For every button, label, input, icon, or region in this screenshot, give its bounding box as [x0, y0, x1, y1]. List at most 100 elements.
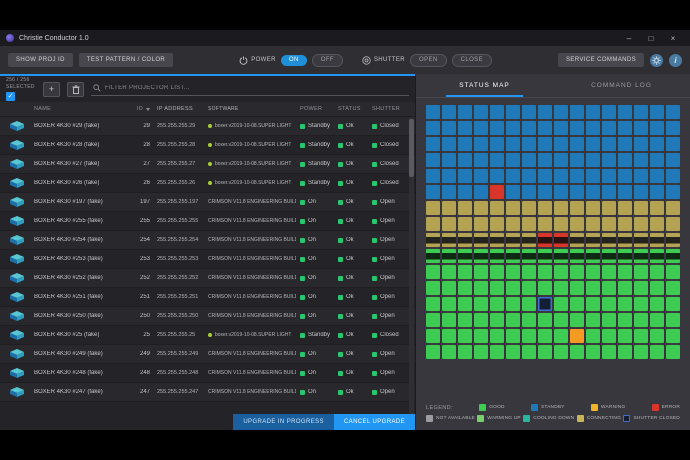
status-cell-upgrading-good[interactable] — [586, 249, 600, 263]
status-cell-standby[interactable] — [490, 121, 504, 135]
status-cell-good[interactable] — [570, 281, 584, 295]
status-cell-good[interactable] — [602, 329, 616, 343]
status-cell-standby[interactable] — [506, 185, 520, 199]
status-cell-good[interactable] — [618, 281, 632, 295]
status-cell-upgrading-connecting[interactable] — [602, 233, 616, 247]
table-row[interactable]: BOXER 4K30 #251 (fake)251255.255.255.251… — [0, 288, 415, 307]
status-cell-standby[interactable] — [650, 185, 664, 199]
status-cell-upgrading-connecting[interactable] — [506, 233, 520, 247]
column-header-shutter[interactable]: SHUTTER — [370, 106, 408, 112]
status-cell-good[interactable] — [650, 265, 664, 279]
table-row[interactable]: BOXER 4K30 #28 (fake)28255.255.255.28box… — [0, 136, 415, 155]
tab-command-log[interactable]: COMMAND LOG — [553, 74, 690, 97]
status-cell-standby[interactable] — [474, 121, 488, 135]
status-cell-standby[interactable] — [570, 137, 584, 151]
status-cell-good[interactable] — [522, 313, 536, 327]
status-cell-standby[interactable] — [426, 169, 440, 183]
status-cell-standby[interactable] — [458, 169, 472, 183]
filter-input[interactable] — [105, 85, 407, 91]
status-cell-good[interactable] — [522, 329, 536, 343]
status-cell-good[interactable] — [634, 265, 648, 279]
status-cell-good[interactable] — [538, 329, 552, 343]
status-cell-good[interactable] — [474, 313, 488, 327]
status-cell-standby[interactable] — [650, 153, 664, 167]
status-cell-good[interactable] — [586, 345, 600, 359]
status-cell-standby[interactable] — [634, 153, 648, 167]
table-row[interactable]: BOXER 4K30 #25 (fake)25255.255.255.25box… — [0, 326, 415, 345]
status-cell-standby[interactable] — [650, 121, 664, 135]
status-cell-upgrading-good[interactable] — [570, 249, 584, 263]
status-cell-good[interactable] — [554, 345, 568, 359]
status-cell-standby[interactable] — [522, 185, 536, 199]
status-cell-standby[interactable] — [442, 153, 456, 167]
status-cell-upgrading-good[interactable] — [490, 249, 504, 263]
status-cell-standby[interactable] — [570, 105, 584, 119]
status-cell-good[interactable] — [554, 265, 568, 279]
status-cell-good[interactable] — [650, 345, 664, 359]
status-cell-good[interactable] — [666, 345, 680, 359]
status-cell-standby[interactable] — [554, 153, 568, 167]
status-cell-good[interactable] — [442, 329, 456, 343]
status-cell-good[interactable] — [458, 297, 472, 311]
table-row[interactable]: BOXER 4K30 #250 (fake)250255.255.255.250… — [0, 307, 415, 326]
status-cell-connecting[interactable] — [474, 201, 488, 215]
status-cell-connecting[interactable] — [618, 217, 632, 231]
status-cell-good[interactable] — [650, 281, 664, 295]
status-cell-connecting[interactable] — [554, 217, 568, 231]
status-cell-good[interactable] — [602, 297, 616, 311]
status-cell-upgrading-connecting[interactable] — [650, 233, 664, 247]
status-cell-standby[interactable] — [602, 185, 616, 199]
status-cell-standby[interactable] — [538, 185, 552, 199]
status-cell-good[interactable] — [506, 313, 520, 327]
status-cell-standby[interactable] — [602, 153, 616, 167]
status-cell-good[interactable] — [586, 297, 600, 311]
scrollbar-thumb[interactable] — [409, 119, 414, 177]
table-scrollbar[interactable] — [409, 117, 414, 414]
status-cell-upgrading-good[interactable] — [602, 249, 616, 263]
shutter-open-button[interactable]: OPEN — [410, 54, 447, 67]
status-cell-good[interactable] — [474, 297, 488, 311]
status-cell-good[interactable] — [522, 297, 536, 311]
status-cell-good[interactable] — [634, 345, 648, 359]
status-cell-warning[interactable] — [570, 329, 584, 343]
status-cell-standby[interactable] — [666, 105, 680, 119]
status-cell-standby[interactable] — [442, 185, 456, 199]
status-cell-good[interactable] — [442, 313, 456, 327]
status-cell-good[interactable] — [666, 297, 680, 311]
status-cell-good[interactable] — [618, 345, 632, 359]
status-cell-upgrading-connecting[interactable] — [570, 233, 584, 247]
status-cell-good[interactable] — [602, 313, 616, 327]
column-header-name[interactable]: NAME — [34, 106, 126, 112]
status-cell-good[interactable] — [570, 297, 584, 311]
status-cell-standby[interactable] — [538, 105, 552, 119]
status-cell-connecting[interactable] — [554, 201, 568, 215]
status-cell-good[interactable] — [554, 281, 568, 295]
status-cell-upgrading-error[interactable] — [538, 233, 552, 247]
status-cell-connecting[interactable] — [666, 201, 680, 215]
status-cell-good[interactable] — [634, 281, 648, 295]
status-cell-good[interactable] — [506, 345, 520, 359]
close-button[interactable]: × — [662, 30, 684, 46]
status-cell-standby[interactable] — [522, 121, 536, 135]
status-cell-upgrading-good[interactable] — [554, 249, 568, 263]
status-cell-connecting[interactable] — [442, 201, 456, 215]
status-cell-connecting[interactable] — [586, 217, 600, 231]
status-cell-standby[interactable] — [554, 137, 568, 151]
status-cell-standby[interactable] — [618, 169, 632, 183]
status-cell-standby[interactable] — [474, 105, 488, 119]
maximize-button[interactable]: □ — [640, 30, 662, 46]
status-cell-good[interactable] — [474, 345, 488, 359]
status-cell-standby[interactable] — [442, 137, 456, 151]
status-cell-standby[interactable] — [538, 153, 552, 167]
status-cell-connecting[interactable] — [602, 201, 616, 215]
minimize-button[interactable]: – — [618, 30, 640, 46]
status-cell-standby[interactable] — [506, 169, 520, 183]
status-cell-connecting[interactable] — [586, 201, 600, 215]
status-cell-standby[interactable] — [506, 137, 520, 151]
status-cell-good[interactable] — [426, 297, 440, 311]
status-cell-good[interactable] — [634, 297, 648, 311]
status-cell-standby[interactable] — [458, 137, 472, 151]
column-header-ip[interactable]: IP ADDRESS — [150, 106, 204, 112]
status-cell-good[interactable] — [538, 281, 552, 295]
status-cell-standby[interactable] — [506, 121, 520, 135]
